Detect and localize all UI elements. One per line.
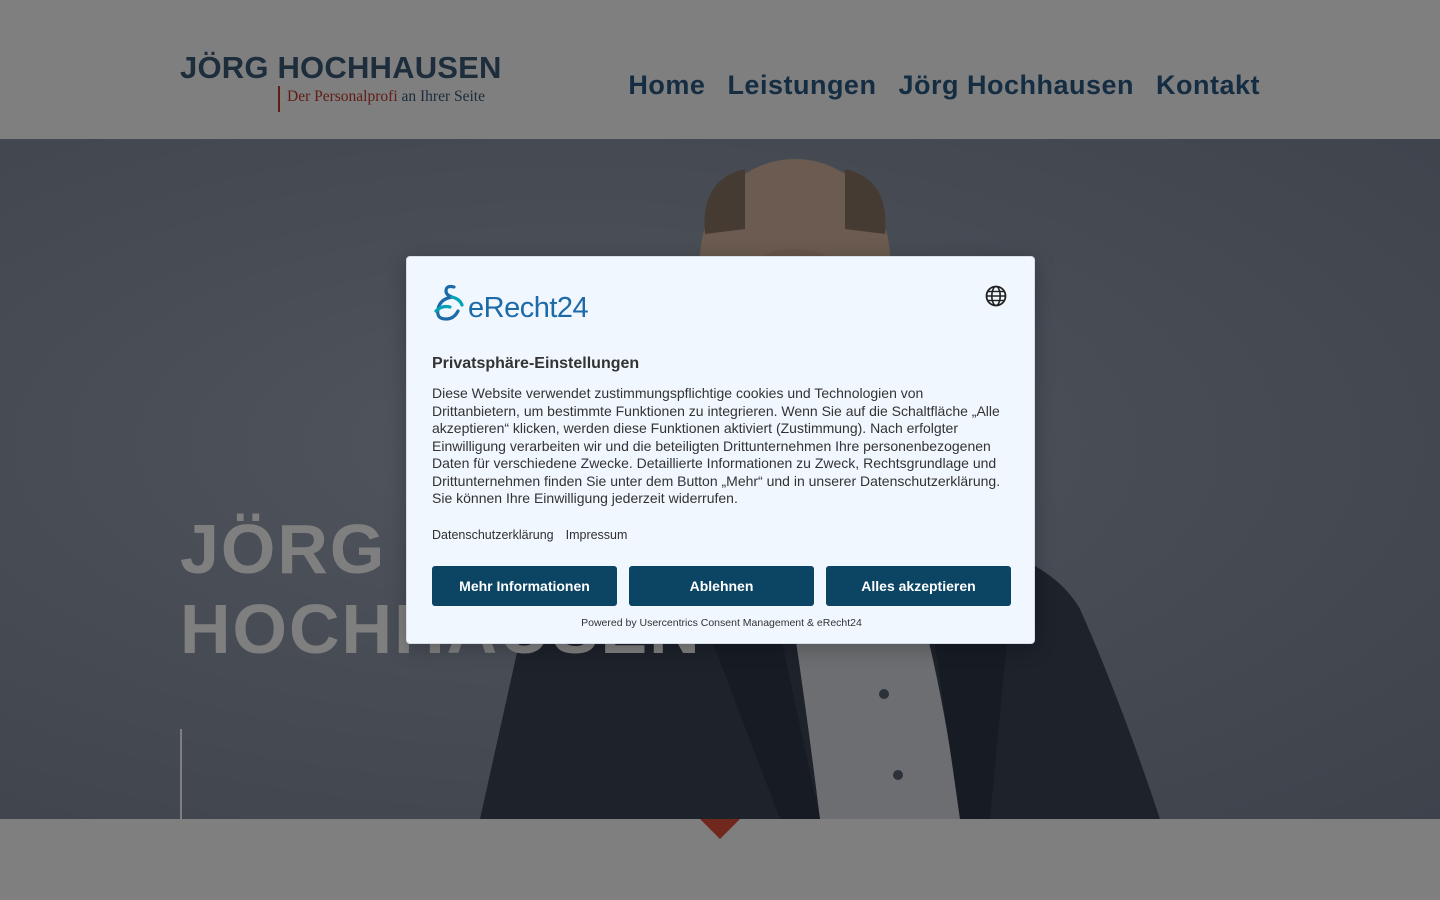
consent-description: Diese Website verwendet zustimmungspflic… — [432, 385, 1001, 506]
accept-all-button[interactable]: Alles akzeptieren — [826, 566, 1011, 606]
privacy-policy-link[interactable]: Datenschutzerklärung — [432, 528, 554, 542]
consent-title: Privatsphäre-Einstellungen — [432, 355, 640, 372]
imprint-link[interactable]: Impressum — [566, 528, 628, 542]
powered-by-text: Powered by Usercentrics Consent Manageme… — [581, 617, 862, 629]
erecht24-logo: eRecht24 — [432, 283, 602, 324]
erecht24-logo-text: eRecht24 — [468, 292, 589, 324]
consent-dialog: eRecht24 Privatsphäre-Einstellungen Dies… — [406, 256, 1035, 644]
deny-button[interactable]: Ablehnen — [629, 566, 814, 606]
consent-buttons: Mehr Informationen Ablehnen Alles akzept… — [432, 566, 1011, 606]
consent-links: Datenschutzerklärung Impressum — [432, 528, 627, 542]
more-information-button[interactable]: Mehr Informationen — [432, 566, 617, 606]
language-globe-icon[interactable] — [984, 284, 1008, 308]
erecht24-logo-icon — [434, 284, 464, 321]
